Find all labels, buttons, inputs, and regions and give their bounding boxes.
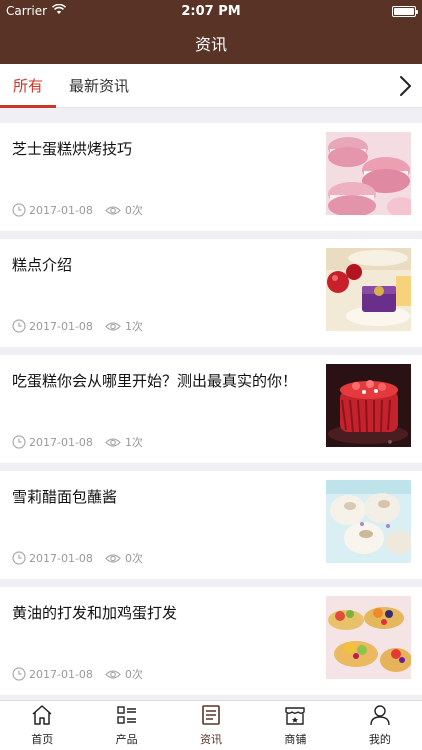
tabbar-item-profile[interactable]: 我的 — [338, 701, 422, 750]
article-date: 2017-01-08 — [29, 319, 93, 333]
eye-icon — [105, 553, 121, 564]
article-date: 2017-01-08 — [29, 667, 93, 681]
eye-icon — [105, 669, 121, 680]
article-title: 吃蛋糕你会从哪里开始？测出最真实的你！ — [12, 372, 298, 390]
article-item[interactable]: 芝士蛋糕烘烤技巧 2017-01-08 0次 — [0, 123, 422, 231]
bottom-tab-bar: 首页 产品 资讯 商铺 我的 — [0, 700, 422, 750]
article-meta: 2017-01-08 0次 — [12, 202, 143, 218]
article-date: 2017-01-08 — [29, 435, 93, 449]
tabbar-label: 产品 — [115, 733, 138, 746]
tab-all[interactable]: 所有 — [0, 64, 57, 108]
tabbar-label: 首页 — [31, 733, 54, 746]
article-views: 1次 — [124, 436, 143, 449]
article-views: 0次 — [124, 668, 143, 681]
page-title: 资讯 — [194, 35, 227, 54]
clock-icon — [12, 319, 26, 333]
tabbar-item-news[interactable]: 资讯 — [169, 701, 253, 750]
shop-icon — [283, 704, 307, 731]
article-meta: 2017-01-08 0次 — [12, 666, 143, 682]
user-icon — [368, 704, 392, 731]
article-title: 雪莉醋面包蘸酱 — [12, 488, 118, 506]
clock-icon — [12, 551, 26, 565]
clock-icon — [12, 667, 26, 681]
article-date: 2017-01-08 — [29, 551, 93, 565]
clock-icon — [12, 435, 26, 449]
status-bar: Carrier 2:07 PM — [0, 0, 422, 22]
news-icon — [199, 704, 223, 731]
article-thumbnail-pink-macarons — [326, 132, 411, 215]
clock-icon — [12, 203, 26, 217]
eye-icon — [105, 437, 121, 448]
article-meta: 2017-01-08 1次 — [12, 434, 143, 450]
svg-text:@: @ — [388, 439, 392, 444]
article-item[interactable]: 雪莉醋面包蘸酱 2017-01-08 0次 — [0, 471, 422, 579]
wifi-icon — [51, 3, 67, 18]
tabbar-item-home[interactable]: 首页 — [0, 701, 84, 750]
article-list: 芝士蛋糕烘烤技巧 2017-01-08 0次 糕点介绍 2017-01-08 1… — [0, 108, 422, 700]
list-icon — [115, 704, 139, 731]
article-title: 黄油的打发和加鸡蛋打发 — [12, 604, 178, 622]
tabbar-item-shop[interactable]: 商铺 — [253, 701, 337, 750]
tab-latest-news[interactable]: 最新资讯 — [56, 64, 142, 108]
carrier-info: Carrier — [6, 3, 67, 18]
article-thumbnail-fruit-tarts — [326, 596, 411, 679]
home-icon — [30, 704, 54, 731]
article-item[interactable]: 吃蛋糕你会从哪里开始？测出最真实的你！ 2017-01-08 1次 @ — [0, 355, 422, 463]
battery-icon — [392, 5, 418, 17]
article-views: 0次 — [124, 204, 143, 217]
article-item[interactable]: 糕点介绍 2017-01-08 1次 — [0, 239, 422, 347]
nav-bar: 资讯 — [0, 22, 422, 64]
article-item[interactable]: 黄油的打发和加鸡蛋打发 2017-01-08 0次 — [0, 587, 422, 695]
eye-icon — [105, 321, 121, 332]
article-views: 1次 — [124, 320, 143, 333]
article-date: 2017-01-08 — [29, 203, 93, 217]
article-title: 糕点介绍 — [12, 256, 73, 274]
tabbar-label: 商铺 — [284, 733, 307, 746]
chevron-right-icon[interactable] — [394, 74, 416, 98]
article-thumbnail-purple-cake — [326, 248, 411, 331]
article-thumbnail-strawberry-cake: @ — [326, 364, 411, 447]
article-views: 0次 — [124, 552, 143, 565]
article-title: 芝士蛋糕烘烤技巧 — [12, 140, 133, 158]
article-meta: 2017-01-08 1次 — [12, 318, 143, 334]
tabbar-label: 我的 — [368, 733, 391, 746]
tabbar-item-products[interactable]: 产品 — [84, 701, 168, 750]
tabbar-label: 资讯 — [200, 733, 223, 746]
category-tabs: 所有 最新资讯 — [0, 64, 422, 108]
carrier-label: Carrier — [6, 4, 48, 18]
article-thumbnail-white-pastries — [326, 480, 411, 563]
article-meta: 2017-01-08 0次 — [12, 550, 143, 566]
eye-icon — [105, 205, 121, 216]
